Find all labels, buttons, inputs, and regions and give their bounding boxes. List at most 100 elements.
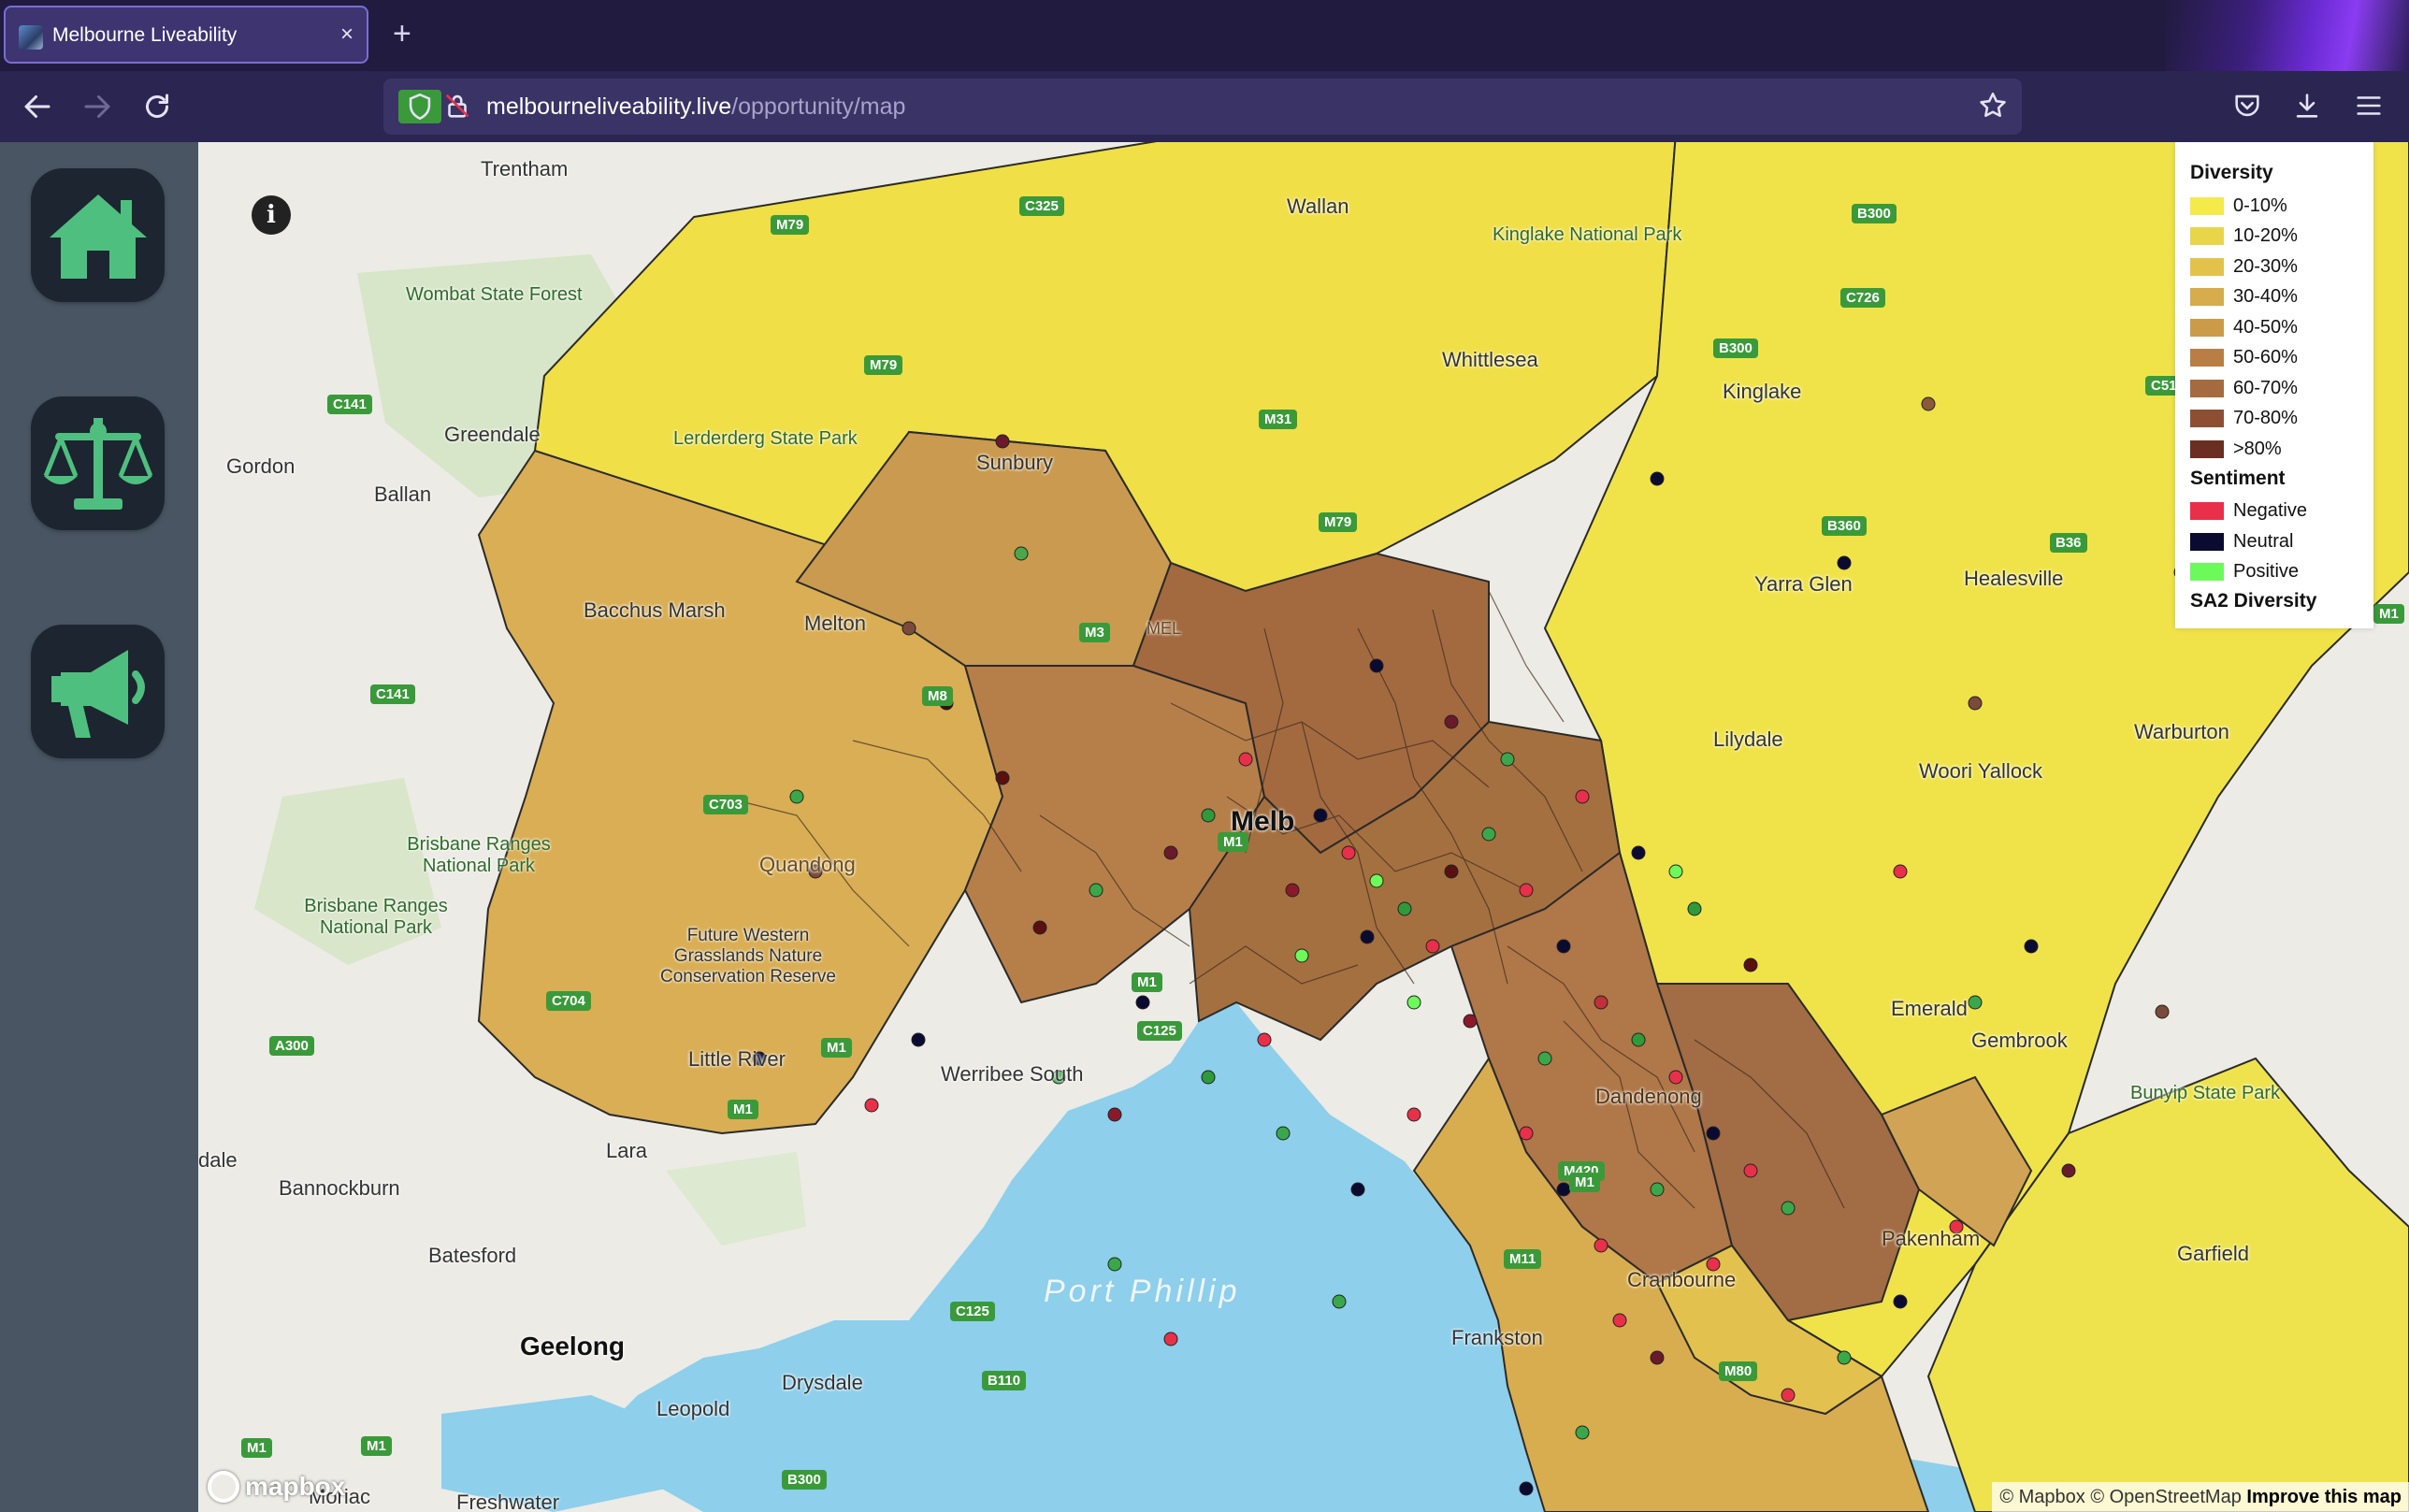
bookmark-star-icon[interactable] [1977, 90, 2009, 122]
url-text[interactable]: melbourneliveability.live/opportunity/ma… [486, 93, 905, 121]
place-label: Freshwater [456, 1490, 560, 1512]
place-label: Little River [688, 1047, 786, 1071]
road-shield: C325 [1019, 196, 1064, 216]
road-shield: M1 [1218, 832, 1248, 852]
sentiment-swatch [2190, 563, 2224, 582]
diversity-swatch [2190, 349, 2224, 367]
road-shield: C703 [703, 795, 748, 814]
place-label: Ballan [374, 482, 432, 506]
legend-sentiment-title: Sentiment [2190, 467, 2286, 489]
road-shield: B36 [2050, 533, 2087, 553]
diversity-legend-item: 30-40% [2190, 282, 2359, 313]
attribution-text[interactable]: © Mapbox © OpenStreetMap [1999, 1487, 2242, 1507]
place-label: Woori Yallock [1919, 759, 2043, 783]
road-shield: M79 [771, 215, 810, 235]
road-shield: C726 [1840, 288, 1885, 308]
downloads-icon[interactable] [2291, 90, 2323, 122]
place-label: Dandenong [1595, 1085, 1702, 1108]
water-label: Port Phillip [1044, 1274, 1241, 1309]
map-legend: Diversity 0-10% 10-20% 20-30% 30-40% 40-50% 5… [2175, 142, 2373, 628]
diversity-swatch [2190, 196, 2224, 215]
mapbox-logo[interactable]: mapbox [208, 1469, 345, 1505]
tracking-protection-shield-icon[interactable] [398, 90, 441, 123]
place-label: Lilydale [1713, 727, 1783, 751]
road-shield: B300 [782, 1470, 827, 1490]
road-shield: M3 [1079, 623, 1110, 642]
place-label: Greendale [444, 423, 541, 446]
browser-tab[interactable]: Melbourne Liveability × [4, 6, 368, 64]
place-label: Frankston [1451, 1326, 1543, 1349]
tab-title: Melbourne Liveability [52, 24, 238, 46]
compare-button[interactable] [31, 396, 165, 530]
place-label: dale [198, 1148, 238, 1172]
road-shield: C125 [950, 1302, 995, 1321]
road-shield: M1 [241, 1438, 272, 1458]
info-button[interactable]: i [252, 195, 291, 235]
diversity-legend-item: >80% [2190, 434, 2359, 465]
road-shield: M1 [821, 1038, 852, 1058]
place-label: Bacchus Marsh [584, 598, 726, 622]
diversity-legend-item: 10-20% [2190, 222, 2359, 252]
road-shield: M1 [2373, 604, 2404, 624]
tabstrip-decoration [2166, 0, 2409, 71]
place-label: Gordon [226, 454, 296, 478]
legend-diversity-title: Diversity [2190, 162, 2273, 183]
road-shield: B300 [1713, 338, 1758, 358]
place-label: Pakenham [1882, 1227, 1981, 1250]
road-shield: C125 [1137, 1021, 1182, 1041]
diversity-legend-item: 0-10% [2190, 191, 2359, 222]
road-shield: M80 [1719, 1361, 1758, 1381]
diversity-label: 0-10% [2233, 194, 2287, 216]
place-label: Quandong [759, 853, 856, 876]
place-label: Yarra Glen [1754, 572, 1853, 596]
reload-icon[interactable] [140, 90, 174, 123]
road-shield: M79 [1319, 512, 1358, 532]
map-canvas[interactable] [198, 142, 2409, 1512]
place-label: Bannockburn [279, 1176, 400, 1200]
diversity-label: 20-30% [2233, 255, 2298, 277]
forward-arrow-icon[interactable] [80, 90, 114, 123]
sentiment-swatch [2190, 532, 2224, 551]
road-shield: M79 [864, 355, 903, 375]
place-label: Kinglake [1723, 380, 1802, 403]
hamburger-menu-icon[interactable] [2353, 90, 2385, 122]
sentiment-swatch [2190, 502, 2224, 521]
site-favicon-icon [19, 25, 43, 50]
pocket-icon[interactable] [2231, 90, 2263, 122]
place-label: Leopold [656, 1397, 730, 1420]
airport-label: MEL [1147, 619, 1182, 638]
diversity-label: 60-70% [2233, 377, 2298, 398]
place-label: Emerald [1891, 997, 1968, 1020]
lock-icon[interactable] [441, 90, 473, 122]
place-label: Trentham [481, 157, 569, 180]
diversity-swatch [2190, 227, 2224, 246]
address-bar[interactable]: melbourneliveability.live/opportunity/ma… [383, 79, 2022, 135]
road-shield: M1 [728, 1100, 758, 1119]
diversity-map[interactable]: Trentham Wombat State Forest Greendale G… [198, 142, 2409, 1512]
place-label: Whittlesea [1442, 348, 1538, 371]
scales-icon [43, 417, 152, 510]
opportunity-button[interactable] [31, 625, 165, 758]
legend-sa2-title: SA2 Diversity [2190, 590, 2317, 612]
home-icon [49, 194, 147, 279]
home-button[interactable] [31, 168, 165, 302]
diversity-swatch [2190, 379, 2224, 397]
diversity-legend-item: 20-30% [2190, 252, 2359, 282]
diversity-label: 10-20% [2233, 225, 2298, 247]
diversity-label: 50-60% [2233, 347, 2298, 368]
close-tab-icon[interactable]: × [340, 21, 353, 49]
new-tab-button[interactable]: + [393, 17, 411, 50]
road-shield: A300 [269, 1036, 314, 1056]
diversity-legend-item: 50-60% [2190, 343, 2359, 374]
reserve-label: Future Western Grasslands Nature Conserv… [660, 926, 836, 986]
improve-map-link[interactable]: Improve this map [2246, 1487, 2402, 1507]
navigation-toolbar: melbourneliveability.live/opportunity/ma… [0, 71, 2409, 142]
diversity-legend-item: 60-70% [2190, 373, 2359, 404]
road-shield: C704 [546, 991, 591, 1011]
park-label: Brisbane Ranges National Park [407, 834, 551, 876]
place-label: Garfield [2177, 1242, 2250, 1265]
park-label: Bunyip State Park [2130, 1083, 2281, 1103]
sentiment-label: Neutral [2233, 530, 2294, 552]
back-arrow-icon[interactable] [21, 90, 54, 123]
road-shield: M1 [1132, 972, 1162, 992]
